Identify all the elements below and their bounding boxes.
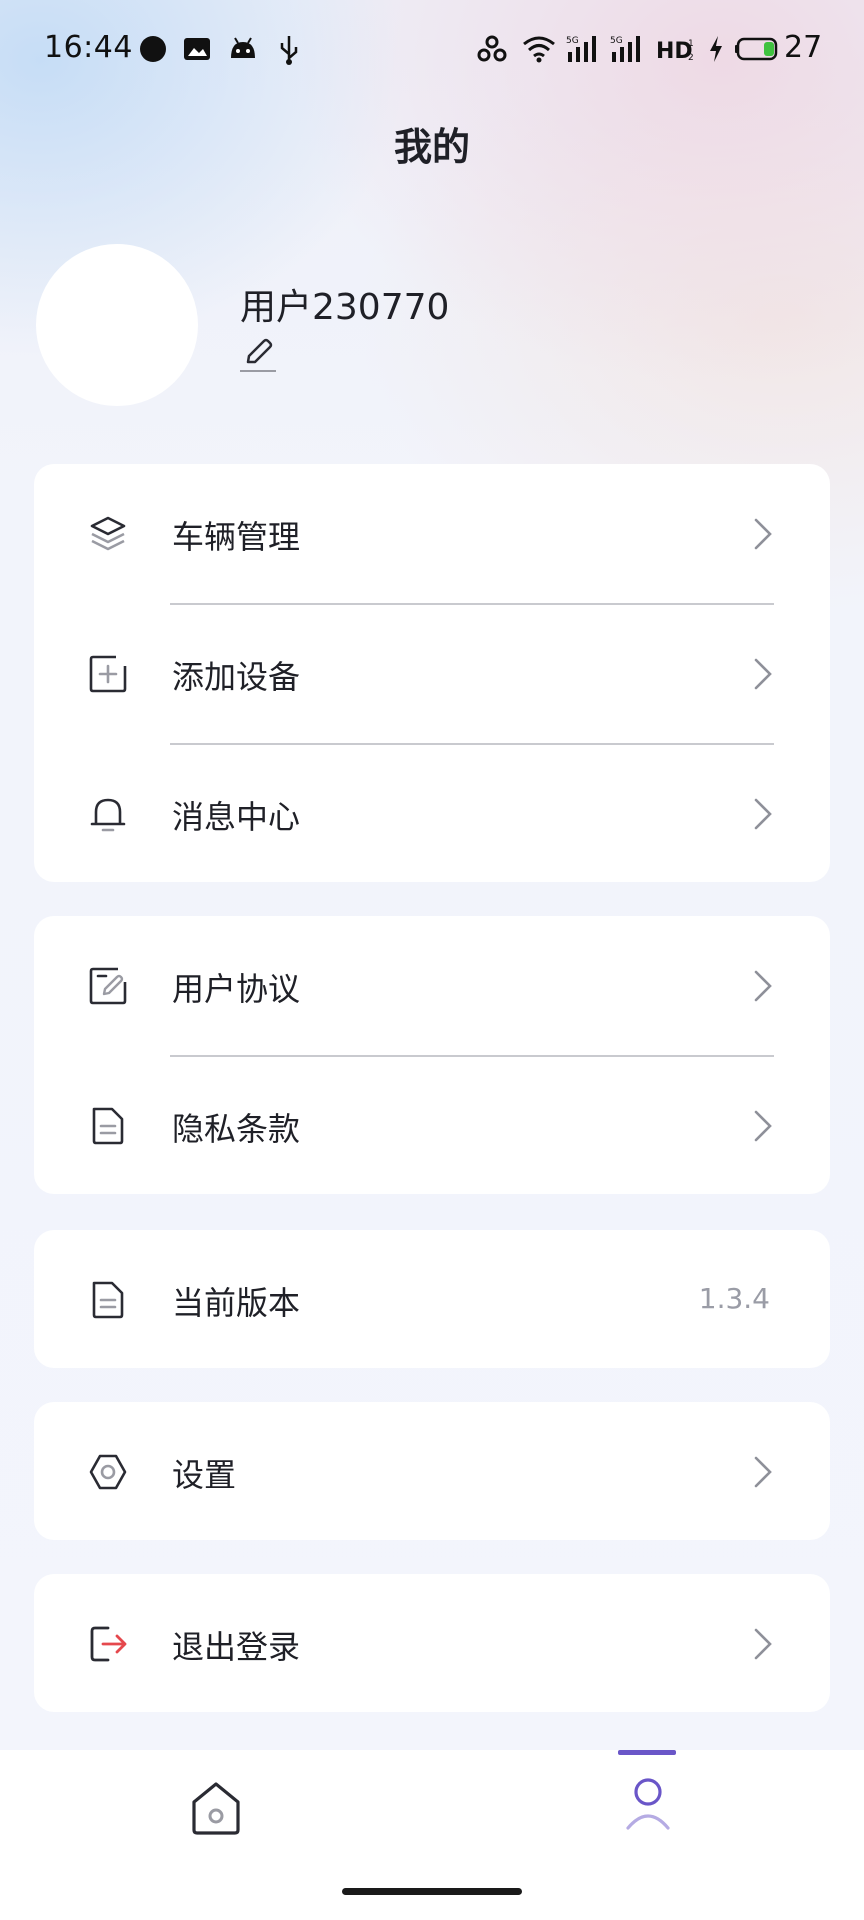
menu-item-logout[interactable]: 退出登录 bbox=[34, 1574, 830, 1712]
svg-text:5G: 5G bbox=[610, 36, 623, 46]
battery-level: 27 bbox=[784, 30, 823, 65]
menu-card-version: 当前版本 1.3.4 bbox=[34, 1230, 830, 1368]
user-icon[interactable] bbox=[624, 1776, 672, 1830]
signal-5g-icon-1: 5G bbox=[566, 36, 596, 62]
avatar[interactable] bbox=[36, 244, 198, 406]
bell-icon bbox=[90, 798, 126, 832]
edit-profile-icon[interactable] bbox=[238, 334, 278, 376]
active-tab-indicator bbox=[618, 1750, 676, 1755]
android-notification-icon bbox=[231, 37, 255, 58]
menu-item-label: 退出登录 bbox=[172, 1628, 301, 1666]
document-icon bbox=[92, 1281, 124, 1319]
chevron-right-icon bbox=[754, 518, 772, 550]
chevron-right-icon bbox=[754, 970, 772, 1002]
chevron-right-icon bbox=[754, 658, 772, 690]
menu-item-message-center[interactable]: 消息中心 bbox=[34, 744, 830, 884]
menu-card-legal: 用户协议 隐私条款 bbox=[34, 916, 830, 1194]
menu-item-label: 当前版本 bbox=[172, 1284, 301, 1322]
gallery-notification-icon bbox=[184, 38, 210, 60]
menu-item-label: 消息中心 bbox=[172, 798, 301, 836]
logout-icon bbox=[90, 1626, 127, 1662]
version-value: 1.3.4 bbox=[698, 1282, 770, 1315]
menu-item-label: 添加设备 bbox=[172, 658, 301, 696]
chevron-right-icon bbox=[754, 1110, 772, 1142]
menu-card-vehicle: 车辆管理 添加设备 消息中心 bbox=[34, 464, 830, 882]
menu-item-label: 设置 bbox=[172, 1456, 237, 1494]
gesture-home-bar[interactable] bbox=[342, 1888, 522, 1895]
menu-card-settings: 设置 bbox=[34, 1402, 830, 1540]
svg-text:5G: 5G bbox=[566, 36, 579, 46]
svg-text:2: 2 bbox=[688, 53, 694, 63]
page-title: 我的 bbox=[393, 125, 470, 169]
charging-icon bbox=[710, 36, 722, 62]
menu-item-current-version: 当前版本 1.3.4 bbox=[34, 1230, 830, 1368]
hd-voice-icon: HD 1 2 bbox=[656, 39, 694, 64]
battery-icon bbox=[735, 37, 778, 61]
menu-item-settings[interactable]: 设置 bbox=[34, 1402, 830, 1540]
hotspot-icon bbox=[477, 35, 507, 62]
chat-notification-icon bbox=[140, 36, 166, 62]
menu-item-label: 用户协议 bbox=[172, 970, 301, 1008]
menu-item-user-agreement[interactable]: 用户协议 bbox=[34, 916, 830, 1056]
menu-item-privacy-policy[interactable]: 隐私条款 bbox=[34, 1056, 830, 1196]
document-icon bbox=[92, 1107, 124, 1145]
menu-card-logout: 退出登录 bbox=[34, 1574, 830, 1712]
menu-item-add-device[interactable]: 添加设备 bbox=[34, 604, 830, 744]
signal-5g-icon-2: 5G bbox=[610, 36, 640, 62]
status-bar: 16:44 5G 5G HD 1 2 27 bbox=[0, 0, 864, 100]
status-time: 16:44 bbox=[44, 30, 133, 65]
username: 用户230770 bbox=[240, 287, 450, 328]
add-square-icon bbox=[89, 655, 127, 693]
svg-text:1: 1 bbox=[688, 39, 694, 49]
menu-item-label: 车辆管理 bbox=[172, 518, 301, 556]
home-icon[interactable] bbox=[190, 1780, 242, 1836]
layers-icon bbox=[90, 516, 126, 551]
chevron-right-icon bbox=[754, 1456, 772, 1488]
hexagon-settings-icon bbox=[89, 1454, 127, 1490]
chevron-right-icon bbox=[754, 1628, 772, 1660]
chevron-right-icon bbox=[754, 798, 772, 830]
menu-item-vehicle-management[interactable]: 车辆管理 bbox=[34, 464, 830, 604]
menu-item-label: 隐私条款 bbox=[172, 1110, 301, 1148]
edit-document-icon bbox=[89, 967, 127, 1005]
wifi-icon bbox=[523, 36, 555, 63]
usb-icon bbox=[280, 36, 298, 65]
